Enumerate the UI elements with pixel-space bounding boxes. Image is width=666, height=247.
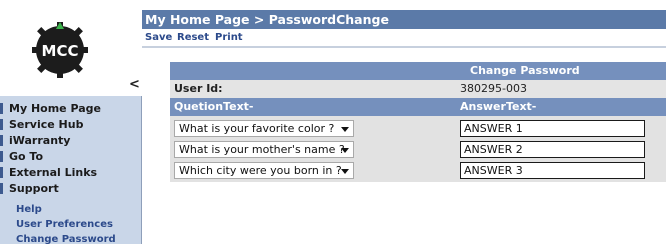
chevron-down-icon — [341, 127, 349, 132]
user-id-label: User Id: — [174, 82, 223, 95]
nav-bullet-icon — [0, 119, 3, 130]
sidebar-subitem-user-preferences[interactable]: User Preferences — [16, 218, 113, 232]
sidebar-item-my-home-page[interactable]: My Home Page — [0, 101, 141, 117]
change-password-panel: Change Password User Id: 380295-003 Quet… — [170, 62, 666, 182]
sidebar-item-service-hub[interactable]: Service Hub — [0, 117, 141, 133]
question-select-2[interactable]: What is your mother's name ? — [174, 141, 354, 158]
question-select-3[interactable]: Which city were you born in ? — [174, 162, 354, 179]
answer-field-value: ANSWER 2 — [464, 143, 523, 156]
save-button[interactable]: Save — [145, 31, 172, 44]
sidebar-item-go-to[interactable]: Go To — [0, 149, 141, 165]
sidebar-item-support[interactable]: Support — [0, 181, 141, 197]
question-answer-row: What is your mother's name ? ANSWER 2 — [170, 140, 666, 160]
question-select-value: What is your mother's name ? — [179, 143, 345, 156]
logo-text: MCC — [42, 42, 79, 60]
answer-field-3[interactable]: ANSWER 3 — [460, 162, 645, 179]
chevron-down-icon — [341, 148, 349, 153]
answer-field-value: ANSWER 3 — [464, 164, 523, 177]
question-select-value: Which city were you born in ? — [179, 164, 342, 177]
sidebar-nav: My Home Page Service Hub iWarranty Go To… — [0, 96, 142, 247]
nav-bullet-icon — [0, 151, 3, 162]
user-id-row: User Id: 380295-003 — [170, 80, 666, 98]
nav-bullet-icon — [0, 135, 3, 146]
sidebar-item-label: Go To — [9, 150, 44, 163]
question-select-1[interactable]: What is your favorite color ? — [174, 120, 354, 137]
logo-area: MCC — [0, 0, 142, 84]
nav-bullet-icon — [0, 167, 3, 178]
answer-column-header: AnswerText- — [460, 100, 537, 113]
sidebar-subitem-help[interactable]: Help — [16, 203, 42, 217]
user-id-value: 380295-003 — [460, 82, 527, 95]
panel-header: Change Password — [170, 62, 666, 80]
toolbar-divider — [142, 46, 666, 48]
sidebar-item-label: Service Hub — [9, 118, 84, 131]
mcc-logo: MCC — [32, 22, 88, 78]
column-header-row: QuetionText- AnswerText- — [170, 98, 666, 116]
toolbar: Save Reset Print — [142, 29, 666, 46]
sidebar-item-label: Support — [9, 182, 59, 195]
question-answer-row: Which city were you born in ? ANSWER 3 — [170, 161, 666, 181]
sidebar-item-label: My Home Page — [9, 102, 101, 115]
sidebar-subitem-change-password[interactable]: Change Password — [16, 233, 116, 247]
collapse-sidebar-icon[interactable]: < — [129, 78, 140, 92]
answer-field-2[interactable]: ANSWER 2 — [460, 141, 645, 158]
question-answer-row: What is your favorite color ? ANSWER 1 — [170, 119, 666, 139]
chevron-down-icon — [341, 169, 349, 174]
reset-button[interactable]: Reset — [177, 31, 209, 44]
print-button[interactable]: Print — [215, 31, 243, 44]
nav-bullet-icon — [0, 183, 3, 194]
sidebar-item-label: iWarranty — [9, 134, 71, 147]
sidebar-item-label: External Links — [9, 166, 98, 179]
answer-field-value: ANSWER 1 — [464, 122, 523, 135]
left-panel: MCC < My Home Page Service Hub iWarranty… — [0, 0, 142, 247]
sidebar-item-iwarranty[interactable]: iWarranty — [0, 133, 141, 149]
nav-bullet-icon — [0, 103, 3, 114]
breadcrumb: My Home Page > PasswordChange — [145, 12, 389, 27]
question-column-header: QuetionText- — [174, 100, 254, 113]
panel-title: Change Password — [470, 64, 580, 77]
question-select-value: What is your favorite color ? — [179, 122, 335, 135]
answer-field-1[interactable]: ANSWER 1 — [460, 120, 645, 137]
title-bar: My Home Page > PasswordChange — [142, 10, 666, 29]
sidebar-item-external-links[interactable]: External Links — [0, 165, 141, 181]
